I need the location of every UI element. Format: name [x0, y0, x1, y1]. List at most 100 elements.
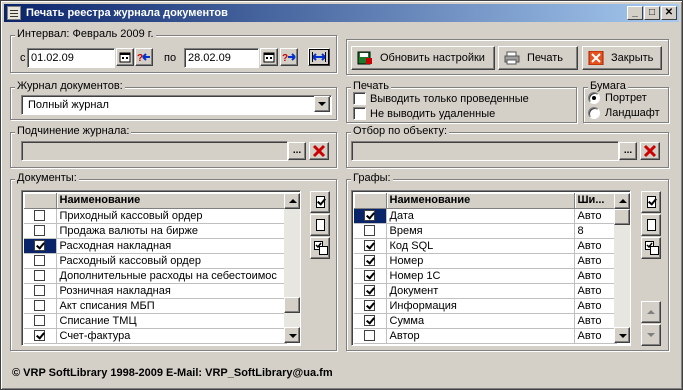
- columns-scrollbar[interactable]: [614, 193, 630, 343]
- columns-row[interactable]: Номер Авто: [354, 253, 617, 269]
- only-posted-checkbox[interactable]: [353, 92, 366, 105]
- documents-row[interactable]: Списание ТМЦ: [24, 313, 287, 329]
- columns-row[interactable]: Информация Авто: [354, 298, 617, 314]
- date-from-field[interactable]: 01.02.09: [27, 48, 115, 68]
- documents-row-checkbox-cell[interactable]: [24, 328, 57, 344]
- title-bar[interactable]: Печать реестра журнала документов _ □ ✕: [4, 4, 679, 22]
- journal-dropdown-button[interactable]: [314, 96, 330, 112]
- columns-row[interactable]: Код SQL Авто: [354, 238, 617, 254]
- columns-row-checkbox-cell[interactable]: [354, 268, 387, 284]
- columns-row-checkbox[interactable]: [364, 210, 376, 222]
- columns-row-checkbox-cell[interactable]: [354, 208, 387, 224]
- documents-row[interactable]: Расходный кассовый ордер: [24, 253, 287, 269]
- documents-scrollbar[interactable]: [284, 193, 300, 343]
- documents-row[interactable]: Приходный кассовый ордер: [24, 208, 287, 224]
- documents-row[interactable]: Расходная накладная: [24, 238, 287, 254]
- columns-check-all-button[interactable]: [641, 191, 661, 213]
- columns-row[interactable]: Время 8: [354, 223, 617, 239]
- documents-row[interactable]: Счет-фактура: [24, 328, 287, 344]
- columns-row[interactable]: Документ Авто: [354, 283, 617, 299]
- documents-row-checkbox-cell[interactable]: [24, 268, 57, 284]
- close-window-button[interactable]: ✕: [661, 6, 677, 20]
- documents-row-checkbox-cell[interactable]: [24, 253, 57, 269]
- documents-grid[interactable]: Наименование Приходный кассовый ордер Про…: [21, 190, 301, 346]
- object-filter-clear-button[interactable]: [640, 142, 660, 160]
- subordination-browse-button[interactable]: ...: [288, 142, 306, 160]
- documents-row-checkbox-cell[interactable]: [24, 298, 57, 314]
- refresh-settings-button[interactable]: Обновить настройки: [351, 46, 495, 70]
- subordination-field[interactable]: [21, 141, 288, 161]
- documents-row-checkbox-cell[interactable]: [24, 238, 57, 254]
- documents-row-checkbox-cell[interactable]: [24, 313, 57, 329]
- documents-row-checkbox[interactable]: [34, 285, 46, 297]
- calendar-from-button[interactable]: [116, 48, 134, 66]
- columns-move-up-button[interactable]: [641, 301, 661, 323]
- documents-invert-button[interactable]: [310, 237, 330, 259]
- portrait-radio[interactable]: [588, 92, 600, 104]
- columns-row-checkbox-cell[interactable]: [354, 283, 387, 299]
- columns-grid[interactable]: Наименование Ши... Дата Авто Время 8 Код SQL А…: [351, 190, 631, 346]
- columns-row-checkbox[interactable]: [364, 240, 376, 252]
- documents-row[interactable]: Розничная накладная: [24, 283, 287, 299]
- documents-row-checkbox[interactable]: [34, 225, 46, 237]
- columns-row[interactable]: Номер 1С Авто: [354, 268, 617, 284]
- columns-name-header[interactable]: Наименование: [386, 193, 575, 209]
- maximize-button[interactable]: □: [644, 6, 660, 20]
- documents-row-checkbox-cell[interactable]: [24, 283, 57, 299]
- subordination-clear-button[interactable]: [309, 142, 329, 160]
- documents-row-checkbox[interactable]: [34, 210, 46, 222]
- documents-uncheck-all-button[interactable]: [310, 214, 330, 236]
- columns-row-checkbox[interactable]: [364, 330, 376, 342]
- columns-row-checkbox[interactable]: [364, 315, 376, 327]
- landscape-radio[interactable]: [588, 107, 600, 119]
- documents-scroll-thumb[interactable]: [284, 297, 300, 313]
- documents-row[interactable]: Дополнительные расходы на себестоимос: [24, 268, 287, 284]
- columns-scroll-thumb[interactable]: [614, 209, 630, 225]
- columns-row-checkbox-cell[interactable]: [354, 313, 387, 329]
- documents-check-all-button[interactable]: [310, 191, 330, 213]
- documents-row-checkbox[interactable]: [34, 270, 46, 282]
- columns-check-header[interactable]: [354, 193, 387, 209]
- full-period-button[interactable]: [308, 48, 330, 66]
- columns-row-checkbox-cell[interactable]: [354, 223, 387, 239]
- columns-row-checkbox[interactable]: [364, 270, 376, 282]
- documents-row-checkbox[interactable]: [34, 240, 46, 252]
- columns-width-header[interactable]: Ши...: [574, 193, 617, 209]
- columns-uncheck-all-button[interactable]: [641, 214, 661, 236]
- documents-row[interactable]: Продажа валюты на бирже: [24, 223, 287, 239]
- columns-row-checkbox-cell[interactable]: [354, 328, 387, 344]
- documents-scroll-up[interactable]: [284, 193, 300, 209]
- columns-row[interactable]: Сумма Авто: [354, 313, 617, 329]
- columns-invert-button[interactable]: [641, 237, 661, 259]
- documents-row-checkbox[interactable]: [34, 315, 46, 327]
- columns-row-checkbox-cell[interactable]: [354, 298, 387, 314]
- documents-scroll-down[interactable]: [284, 327, 300, 343]
- documents-row-checkbox[interactable]: [34, 300, 46, 312]
- journal-select[interactable]: Полный журнал: [21, 95, 332, 115]
- object-filter-field[interactable]: [351, 141, 619, 161]
- documents-check-header[interactable]: [24, 193, 57, 209]
- calendar-to-button[interactable]: [260, 48, 278, 66]
- columns-row-checkbox[interactable]: [364, 225, 376, 237]
- columns-row-checkbox[interactable]: [364, 300, 376, 312]
- documents-row-checkbox[interactable]: [34, 255, 46, 267]
- object-filter-browse-button[interactable]: ...: [619, 142, 637, 160]
- columns-scroll-up[interactable]: [614, 193, 630, 209]
- no-deleted-checkbox[interactable]: [353, 107, 366, 120]
- close-button[interactable]: Закрыть: [582, 46, 662, 70]
- columns-row-checkbox[interactable]: [364, 255, 376, 267]
- documents-row-checkbox-cell[interactable]: [24, 208, 57, 224]
- columns-row-checkbox-cell[interactable]: [354, 238, 387, 254]
- columns-move-down-button[interactable]: [641, 324, 661, 346]
- columns-row[interactable]: Автор Авто: [354, 328, 617, 344]
- date-to-field[interactable]: 28.02.09: [184, 48, 259, 68]
- columns-scroll-down[interactable]: [614, 327, 630, 343]
- minimize-button[interactable]: _: [627, 6, 643, 20]
- columns-row[interactable]: Дата Авто: [354, 208, 617, 224]
- documents-row[interactable]: Акт списания МБП: [24, 298, 287, 314]
- documents-row-checkbox-cell[interactable]: [24, 223, 57, 239]
- print-button[interactable]: Печать: [498, 46, 578, 70]
- period-prev-button[interactable]: ?: [135, 48, 153, 66]
- columns-row-checkbox[interactable]: [364, 285, 376, 297]
- documents-name-header[interactable]: Наименование: [56, 193, 287, 209]
